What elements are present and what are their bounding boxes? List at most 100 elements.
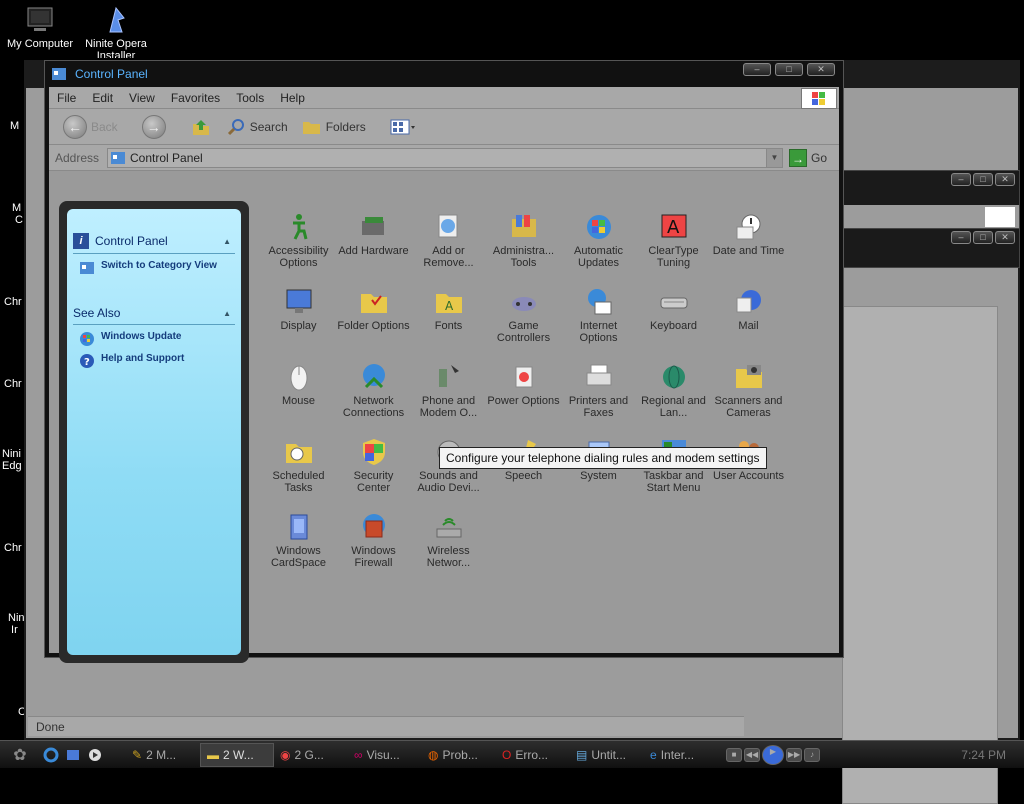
cp-item-firewall[interactable]: Windows Firewall [336,509,411,584]
folders-button[interactable]: Folders [298,113,370,141]
folder-up-icon [192,119,209,135]
cp-item-system[interactable]: System [561,434,636,509]
cp-item-speech[interactable]: Speech [486,434,561,509]
cp-item-keyboard[interactable]: Keyboard [636,284,711,359]
minimize-button[interactable]: – [743,63,771,76]
taskbar-task[interactable]: ∞ Visu... [348,743,422,767]
cp-item-wireless[interactable]: Wireless Networ... [411,509,486,584]
cp-item-fonts[interactable]: A Fonts [411,284,486,359]
up-button[interactable] [186,113,216,141]
taskbar-task[interactable]: ▤ Untit... [570,743,644,767]
background-window-3[interactable]: – □ ✕ [840,228,1020,268]
globe-icon [658,361,690,393]
desktop-icon-ninite-opera[interactable]: Ninite Opera Installer [76,4,156,58]
menu-help[interactable]: Help [272,91,313,105]
cp-item-globe[interactable]: Regional and Lan... [636,359,711,434]
task-pane-header-see-also[interactable]: See Also ▲ [73,306,235,325]
cp-item-folder-options[interactable]: Folder Options [336,284,411,359]
cp-item-label: Speech [504,470,543,482]
visual-studio-icon: ∞ [354,747,363,762]
play-button[interactable]: ▶ [762,744,784,765]
cp-item-label: Add or Remove... [423,245,474,269]
close-button[interactable]: ✕ [995,231,1015,244]
search-button[interactable]: Search [222,113,292,141]
taskbar-task[interactable]: ◍ Prob... [422,743,496,767]
control-panel-window[interactable]: Control Panel – □ ✕ File Edit View Favor… [44,60,844,663]
cp-item-tasks[interactable]: Scheduled Tasks [261,434,336,509]
cp-item-label: Keyboard [649,320,698,332]
next-button[interactable]: ▶▶ [786,747,802,762]
cp-item-updates[interactable]: Automatic Updates [561,209,636,284]
switch-category-view-link[interactable]: Switch to Category View [79,260,235,276]
quick-launch-media[interactable] [84,744,106,766]
maximize-button[interactable]: □ [775,63,803,76]
task-icon: ✎ [132,747,143,762]
cp-item-clock[interactable]: Date and Time [711,209,786,284]
cp-item-mail[interactable]: Mail [711,284,786,359]
close-button[interactable]: ✕ [995,173,1015,186]
quick-launch-outlook[interactable] [62,744,84,766]
cp-item-camera[interactable]: Scanners and Cameras [711,359,786,434]
media-controls: ■ ◀◀ ▶ ▶▶ ♪ [726,744,820,765]
close-button[interactable]: ✕ [807,63,835,76]
cp-item-printer[interactable]: Printers and Faxes [561,359,636,434]
cp-item-hardware[interactable]: Add Hardware [336,209,411,284]
address-input[interactable]: Control Panel ▼ [107,147,783,168]
desktop-icon-my-computer[interactable]: My Computer [0,4,80,50]
stop-button[interactable]: ■ [726,747,742,762]
menu-edit[interactable]: Edit [84,91,121,105]
cp-item-taskbar[interactable]: Taskbar and Start Menu [636,434,711,509]
cp-item-network[interactable]: Network Connections [336,359,411,434]
chevron-up-icon[interactable]: ▲ [223,309,231,318]
taskbar-task[interactable]: ◉ 2 G... [274,743,348,767]
help-support-link[interactable]: ? Help and Support [79,353,235,369]
minimize-button[interactable]: – [951,231,971,244]
taskbar-task[interactable]: ▬ 2 W... [200,742,274,767]
cp-item-phone[interactable]: Phone and Modem O... [411,359,486,434]
cp-item-shield[interactable]: Security Center [336,434,411,509]
cp-item-add-remove[interactable]: Add or Remove... [411,209,486,284]
cp-item-power[interactable]: Power Options [486,359,561,434]
quick-launch-ie[interactable] [40,744,62,766]
cp-item-label: Automatic Updates [574,245,623,269]
go-button[interactable]: → Go [789,148,827,167]
chevron-up-icon[interactable]: ▲ [223,237,231,246]
taskbar-task[interactable]: O Erro... [496,743,570,767]
start-button[interactable]: ✿ [0,741,40,769]
title-bar[interactable]: Control Panel – □ ✕ [45,61,843,87]
maximize-button[interactable]: □ [973,173,993,186]
cp-item-internet[interactable]: Internet Options [561,284,636,359]
cp-item-mouse[interactable]: Mouse [261,359,336,434]
views-button[interactable] [386,113,420,141]
cp-item-users[interactable]: User Accounts [711,434,786,509]
task-pane-title: Control Panel [95,234,168,248]
taskbar-task[interactable]: e Inter... [644,743,718,767]
background-window-2[interactable]: – □ ✕ [840,170,1020,230]
task-pane-header-control-panel[interactable]: i Control Panel ▲ [73,233,235,254]
menu-favorites[interactable]: Favorites [163,91,228,105]
menu-view[interactable]: View [121,91,163,105]
minimize-button[interactable]: – [951,173,971,186]
cp-item-accessibility[interactable]: Accessibility Options [261,209,336,284]
clock[interactable]: 7:24 PM [961,748,1006,762]
menu-tools[interactable]: Tools [228,91,272,105]
windows-update-link[interactable]: Windows Update [79,331,235,347]
back-button[interactable]: ← Back [59,113,122,141]
cp-item-speaker[interactable]: Sounds and Audio Devi... [411,434,486,509]
volume-icon[interactable]: ♪ [804,747,820,762]
cp-item-cleartype[interactable]: A ClearType Tuning [636,209,711,284]
maximize-button[interactable]: □ [973,231,993,244]
taskbar-task[interactable]: ✎ 2 M... [126,743,200,767]
cp-item-display[interactable]: Display [261,284,336,359]
cp-item-gamepad[interactable]: Game Controllers [486,284,561,359]
cp-item-cardspace[interactable]: Windows CardSpace [261,509,336,584]
previous-button[interactable]: ◀◀ [744,747,760,762]
forward-button[interactable]: → [138,113,170,141]
menu-file[interactable]: File [49,91,84,105]
cp-item-label: Windows CardSpace [270,545,327,569]
cp-item-admin-tools[interactable]: Administra... Tools [486,209,561,284]
cp-item-label: Folder Options [337,320,410,332]
chevron-down-icon[interactable]: ▼ [766,148,782,167]
display-icon [283,286,315,318]
back-label: Back [91,119,118,134]
